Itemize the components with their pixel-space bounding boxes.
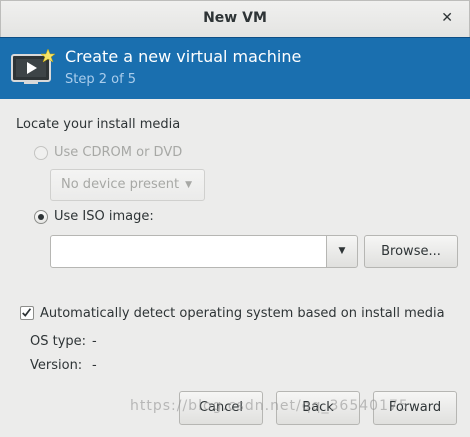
- wizard-banner: Create a new virtual machine Step 2 of 5: [0, 37, 470, 100]
- title-bar: New VM ✕: [0, 0, 470, 38]
- device-dropdown[interactable]: No device present ▼: [50, 169, 205, 201]
- browse-button[interactable]: Browse...: [364, 235, 458, 268]
- auto-detect-checkbox[interactable]: [20, 306, 34, 320]
- auto-detect-label: Automatically detect operating system ba…: [40, 306, 445, 321]
- os-type-value: -: [92, 334, 97, 349]
- device-dropdown-value: No device present: [61, 177, 180, 192]
- chevron-down-icon: ▼: [185, 180, 192, 190]
- watermark: https://blog.csdn.net/qq_36540175: [130, 398, 409, 414]
- install-media-heading: Locate your install media: [16, 117, 181, 132]
- close-icon[interactable]: ✕: [441, 10, 453, 26]
- chevron-down-icon: ▼: [338, 246, 346, 256]
- iso-path-input[interactable]: [50, 235, 327, 268]
- wizard-step: Step 2 of 5: [65, 72, 137, 87]
- os-type-label: OS type:: [30, 334, 87, 349]
- checkmark-icon: [22, 308, 32, 317]
- iso-label: Use ISO image:: [54, 209, 154, 224]
- wizard-title: Create a new virtual machine: [65, 47, 302, 66]
- version-label: Version:: [30, 358, 83, 373]
- version-value: -: [92, 358, 97, 373]
- iso-radio[interactable]: [34, 210, 48, 224]
- iso-history-dropdown-button[interactable]: ▼: [326, 235, 358, 268]
- cdrom-label: Use CDROM or DVD: [54, 145, 183, 160]
- cdrom-radio[interactable]: [34, 146, 48, 160]
- window-title: New VM: [203, 10, 267, 26]
- virtual-machine-icon: [11, 48, 56, 84]
